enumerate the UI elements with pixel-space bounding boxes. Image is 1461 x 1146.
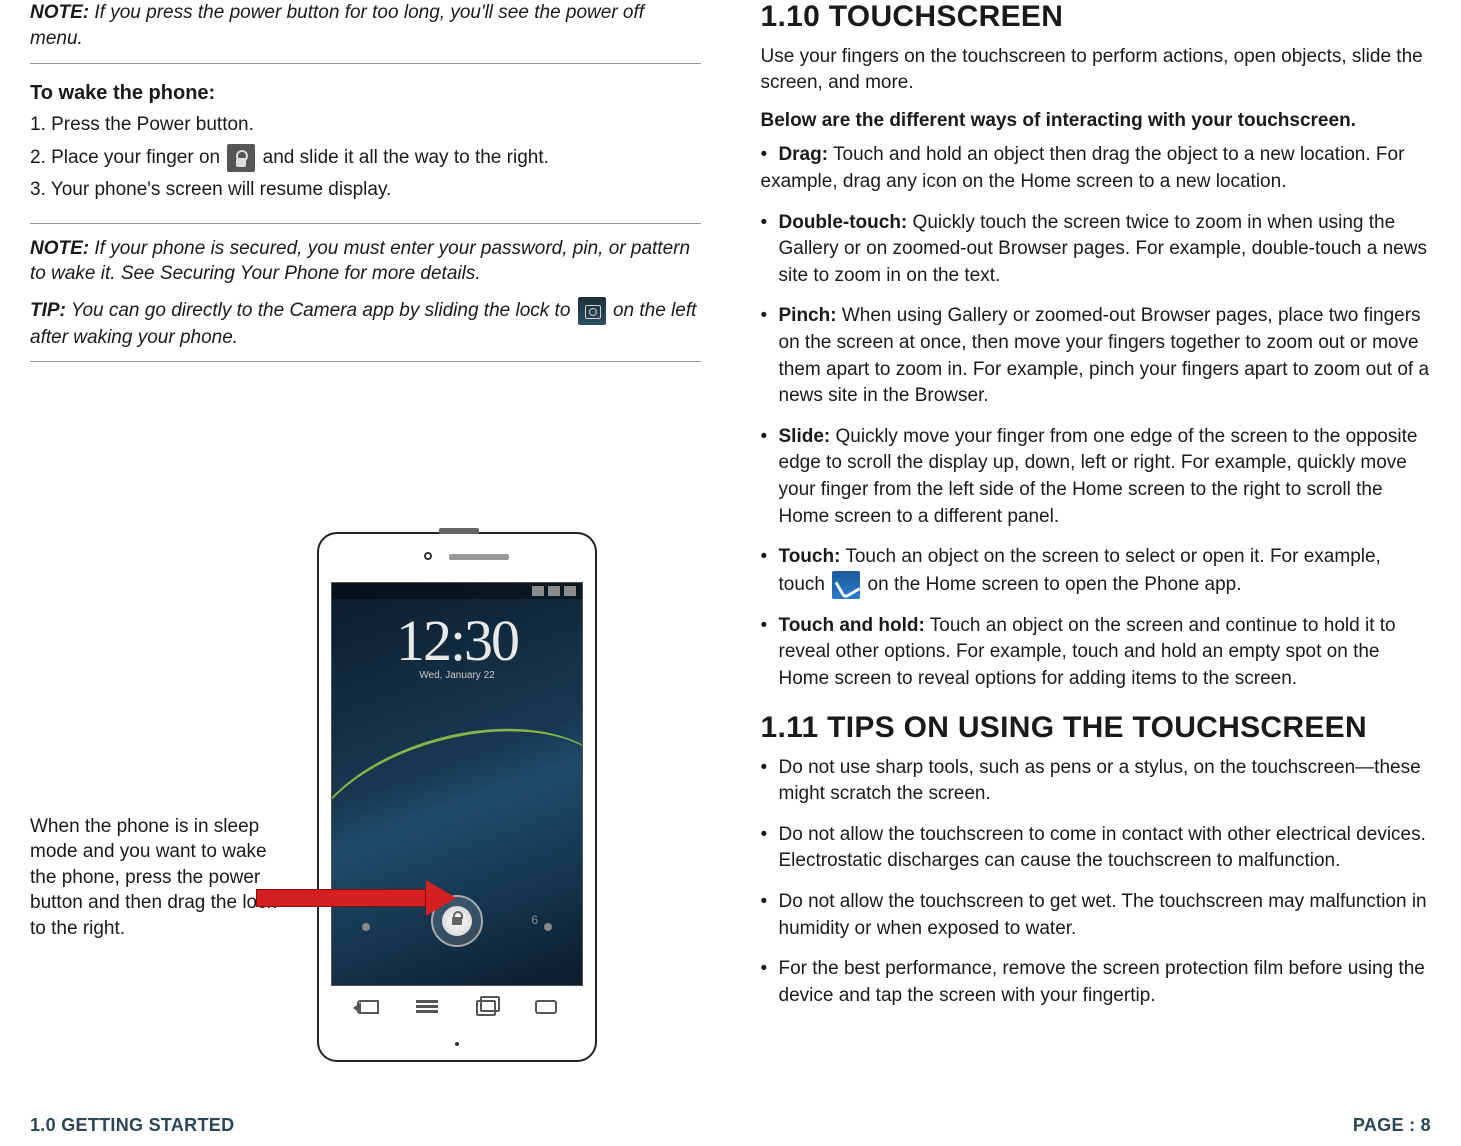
touchscreen-intro: Use your fingers on the touchscreen to p… [761, 44, 1432, 96]
divider [30, 361, 701, 362]
tip-4: For the best performance, remove the scr… [761, 956, 1432, 1009]
tip-camera: TIP: You can go directly to the Camera a… [30, 297, 701, 351]
camera-icon [578, 297, 606, 325]
note-secured: NOTE: If your phone is secured, you must… [30, 236, 701, 287]
lock-icon [227, 144, 255, 172]
home-key-icon [535, 1000, 557, 1014]
phone-illustration-area: When the phone is in sleep mode and you … [30, 532, 701, 1062]
gesture-pinch: Pinch: When using Gallery or zoomed-out … [761, 303, 1432, 409]
tip-label: TIP: [30, 300, 66, 321]
back-key-icon [357, 1000, 379, 1014]
footer-right: PAGE : 8 [1353, 1115, 1431, 1136]
desc: Quickly move your finger from one edge o… [779, 426, 1418, 527]
note-power-off: NOTE: If you press the power button for … [30, 0, 701, 51]
note-label: NOTE: [30, 238, 89, 259]
lockscreen-date: Wed, January 22 [332, 670, 582, 681]
lock-target-right [544, 923, 552, 931]
phone-soft-keys [319, 990, 595, 1024]
wake-step-2a: 2. Place your finger on [30, 147, 225, 168]
note-text: If you press the power button for too lo… [30, 2, 644, 49]
phone-front-camera [424, 552, 432, 560]
desc-b: on the Home screen to open the Phone app… [862, 574, 1241, 595]
wake-step-2: 2. Place your finger on and slide it all… [30, 144, 701, 173]
gesture-touch: Touch: Touch an object on the screen to … [761, 544, 1432, 599]
lockscreen-clock: 12:30 [332, 607, 582, 674]
section-heading-1-11: 1.11 TIPS ON USING THE TOUCHSCREEN [761, 711, 1432, 745]
phone-lock-screen: 12:30 Wed, January 22 6 [331, 582, 583, 986]
phone-mic [455, 1042, 459, 1046]
gesture-slide: Slide: Quickly move your finger from one… [761, 424, 1432, 530]
wake-step-2b: and slide it all the way to the right. [263, 147, 549, 168]
divider [30, 223, 701, 224]
menu-key-icon [416, 1000, 438, 1014]
divider [30, 63, 701, 64]
phone-device: 12:30 Wed, January 22 6 [317, 532, 597, 1062]
gesture-drag: Drag: Touch and hold an object then drag… [761, 142, 1432, 195]
note-label: NOTE: [30, 2, 89, 23]
gesture-touch-hold: Touch and hold: Touch an object on the s… [761, 613, 1432, 693]
tip-2: Do not allow the touchscreen to come in … [761, 822, 1432, 875]
sleep-caption: When the phone is in sleep mode and you … [30, 814, 295, 1062]
touchscreen-tips-list: Do not use sharp tools, such as pens or … [761, 755, 1432, 1010]
touchscreen-subhead: Below are the different ways of interact… [761, 110, 1432, 132]
term: Touch and hold: [779, 615, 925, 636]
wake-step-3: 3. Your phone's screen will resume displ… [30, 176, 701, 205]
phone-app-icon [832, 571, 860, 599]
wake-heading: To wake the phone: [30, 82, 701, 105]
phone-earpiece [449, 554, 509, 560]
wake-steps: 1. Press the Power button. 2. Place your… [30, 111, 701, 205]
gesture-double-touch: Double-touch: Quickly touch the screen t… [761, 210, 1432, 290]
term: Pinch: [779, 305, 837, 326]
term: Slide: [779, 426, 831, 447]
desc: When using Gallery or zoomed-out Browser… [779, 305, 1430, 406]
note-text: If your phone is secured, you must enter… [30, 238, 690, 285]
section-heading-1-10: 1.10 TOUCHSCREEN [761, 0, 1432, 34]
lock-target-left [362, 923, 370, 931]
tip-text-a: You can go directly to the Camera app by… [66, 300, 576, 321]
term: Double-touch: [779, 212, 908, 233]
touchscreen-gestures-list: Drag: Touch and hold an object then drag… [761, 142, 1432, 195]
phone-power-button [439, 528, 479, 534]
tip-3: Do not allow the touchscreen to get wet.… [761, 889, 1432, 942]
recent-key-icon [476, 1000, 498, 1014]
desc: Touch and hold an object then drag the o… [761, 144, 1405, 192]
wake-step-1: 1. Press the Power button. [30, 111, 701, 140]
term: Drag: [778, 144, 828, 165]
red-arrow [256, 880, 456, 916]
tip-1: Do not use sharp tools, such as pens or … [761, 755, 1432, 808]
status-bar [332, 583, 582, 599]
touchscreen-gestures-list-cont: Double-touch: Quickly touch the screen t… [761, 210, 1432, 693]
lock-hint: 6 [531, 913, 538, 927]
page-footer: 1.0 GETTING STARTED PAGE : 8 [30, 1115, 1431, 1136]
footer-left: 1.0 GETTING STARTED [30, 1115, 234, 1136]
term: Touch: [779, 546, 841, 567]
